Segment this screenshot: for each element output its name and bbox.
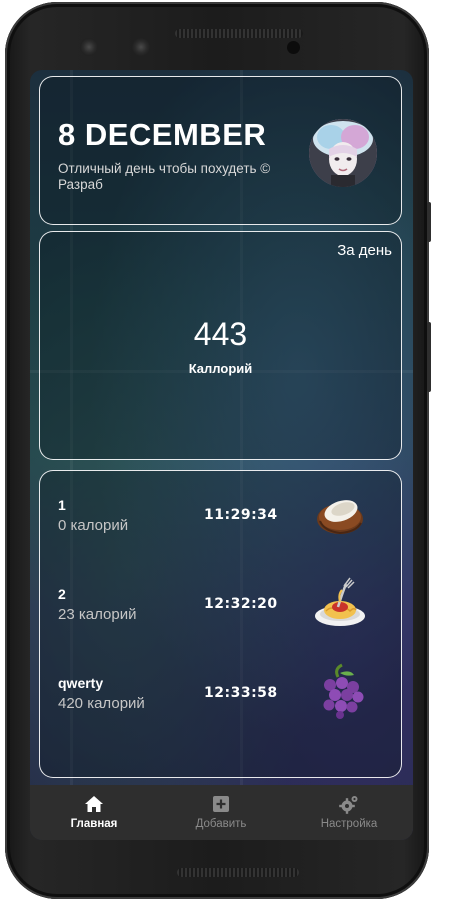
settings-gear-icon [339,796,358,814]
proximity-sensor [287,41,300,54]
add-box-icon [213,796,229,812]
meal-name: 1 [58,497,66,513]
app-screen: 8 DECEMBER Отличный день чтобы похудеть … [30,70,413,840]
avatar[interactable] [309,119,377,187]
avatar-image [309,119,377,187]
nav-settings[interactable]: Настройка [285,785,413,840]
nav-add-label: Добавить [195,818,247,830]
calories-label: Каллорий [188,361,253,376]
home-icon [85,796,103,812]
meal-time: 12:33:58 [204,685,278,701]
meals-list-card: 1 0 калорий 11:29:34 2 23 калорий 12:32:… [39,470,402,778]
side-button [427,322,431,392]
date-title: 8 DECEMBER [58,117,267,152]
front-camera [80,38,98,56]
motto-text: Отличный день чтобы похудеть © Разраб [58,161,271,192]
grapes-icon [323,663,364,719]
nav-home[interactable]: Главная [30,785,158,840]
header-card: 8 DECEMBER Отличный день чтобы похудеть … [39,76,402,225]
front-camera [132,38,150,56]
nav-add[interactable]: Добавить [157,785,285,840]
earpiece-speaker [175,29,303,38]
meal-name: 2 [58,586,66,602]
meal-time: 11:29:34 [204,507,278,523]
daily-summary-card: За день 443 Каллорий [39,231,402,460]
meal-calories: 23 калорий [58,606,137,623]
coconut-icon [317,500,363,535]
calories-total: 443 [193,316,248,352]
spaghetti-icon [315,577,365,626]
meal-name: qwerty [58,675,104,691]
period-label[interactable]: За день [337,242,392,259]
side-button [427,202,431,242]
nav-settings-label: Настройка [320,818,378,830]
meal-time: 12:32:20 [204,596,278,612]
meal-calories: 420 калорий [58,695,145,712]
list-item[interactable]: 1 0 калорий 11:29:34 [40,497,401,567]
list-item[interactable]: 2 23 калорий 12:32:20 [40,577,401,656]
list-item[interactable]: qwerty 420 калорий 12:33:58 [40,663,401,745]
meal-calories: 0 калорий [58,517,129,534]
nav-home-label: Главная [70,818,118,830]
bottom-navigation: Главная Добавить Настройка [30,785,413,840]
bottom-speaker [177,868,299,877]
